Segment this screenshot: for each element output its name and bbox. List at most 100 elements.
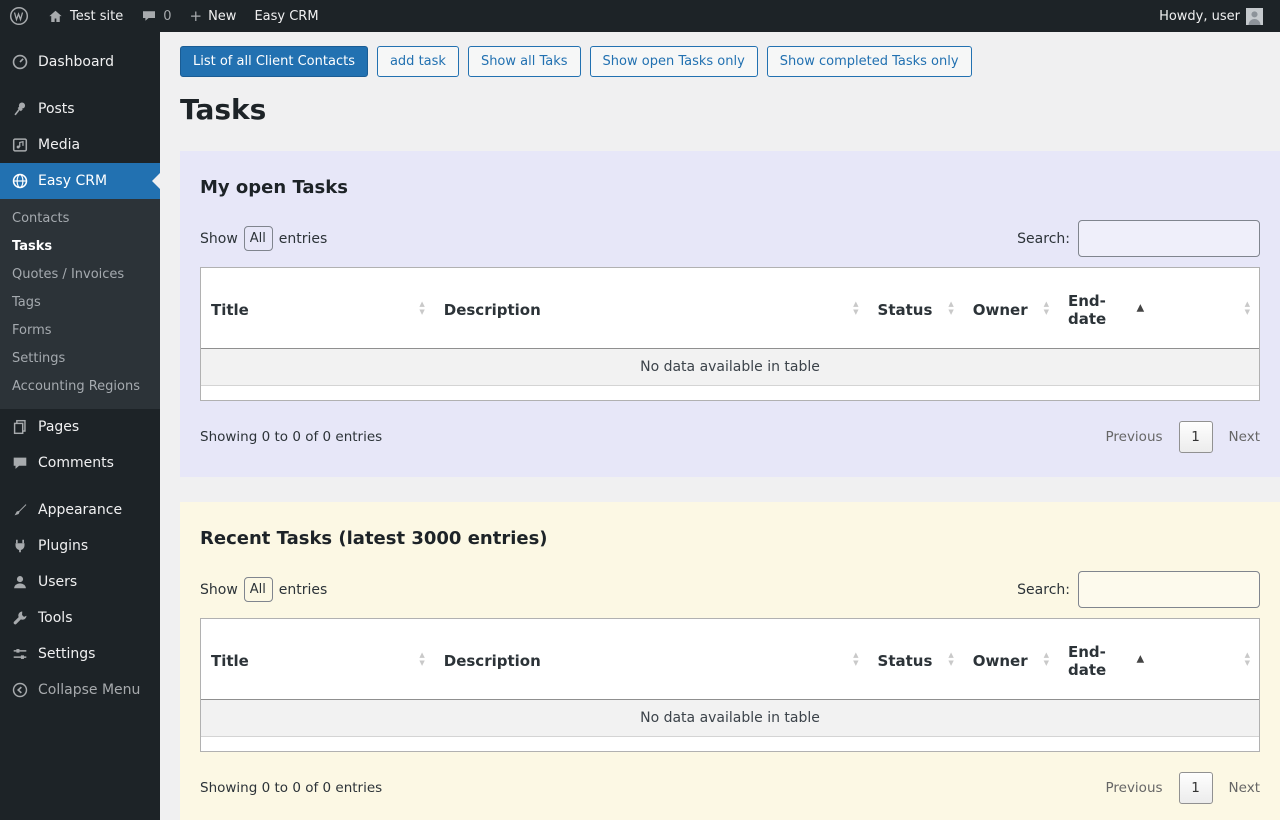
plus-icon: + [190,9,203,24]
sidebar-item-plugins[interactable]: Plugins [0,528,160,564]
media-icon [10,135,30,155]
entries-length-select[interactable]: All [244,577,273,602]
submenu-item-accounting-regions[interactable]: Accounting Regions [0,373,160,401]
easy-crm-adminbar-link[interactable]: Easy CRM [245,0,327,32]
datatable-controls: Show All entries Search: [200,571,1260,608]
sorted-ascending-icon: ▲ [1136,654,1144,665]
sidebar-item-comments[interactable]: Comments [0,445,160,481]
account-menu[interactable]: Howdy, user [1150,8,1272,25]
column-header-owner[interactable]: Owner ▲▼ [963,268,1058,349]
column-header-actions[interactable]: ▲▼ [1153,268,1259,349]
sidebar-item-label: Tools [38,609,73,627]
sidebar-item-users[interactable]: Users [0,564,160,600]
sidebar-item-label: Dashboard [38,53,114,71]
column-header-status[interactable]: Status ▲▼ [868,619,963,700]
show-all-tasks-button[interactable]: Show all Taks [468,46,581,77]
show-completed-tasks-button[interactable]: Show completed Tasks only [767,46,972,77]
sidebar-item-collapse-menu[interactable]: Collapse Menu [0,672,160,708]
datatable-controls: Show All entries Search: [200,220,1260,257]
admin-bar-left: Test site 0 + New Easy CRM [0,0,328,32]
submenu-item-tags[interactable]: Tags [0,289,160,317]
admin-bar-right: Howdy, user [1150,0,1280,32]
search-input[interactable] [1078,220,1260,257]
sidebar-item-label: Posts [38,100,75,118]
sidebar-item-label: Comments [38,454,114,472]
search-input[interactable] [1078,571,1260,608]
panel-title: My open Tasks [200,177,1260,198]
sidebar-item-label: Users [38,573,77,591]
list-client-contacts-button[interactable]: List of all Client Contacts [180,46,368,77]
menu-separator [0,80,160,91]
sidebar-item-easy-crm[interactable]: Easy CRM [0,163,160,199]
main-content: List of all Client Contacts add task Sho… [160,0,1280,820]
menu-separator [0,481,160,492]
wordpress-menu[interactable] [0,0,38,32]
sidebar-item-tools[interactable]: Tools [0,600,160,636]
previous-button[interactable]: Previous [1105,780,1162,796]
my-open-tasks-panel: My open Tasks Show All entries Search: [180,151,1280,477]
globe-icon [10,171,30,191]
plug-icon [10,536,30,556]
sort-icons: ▲▼ [853,300,858,316]
paintbrush-icon [10,500,30,520]
column-header-title[interactable]: Title ▲▼ [201,268,434,349]
collapse-arrow-icon [10,680,30,700]
column-header-end-date[interactable]: End-date ▲ [1058,268,1153,349]
sidebar-item-pages[interactable]: Pages [0,409,160,445]
site-name-link[interactable]: Test site [38,0,132,32]
sidebar-item-label: Appearance [38,501,122,519]
empty-table-row: No data available in table [201,700,1259,737]
next-button[interactable]: Next [1229,429,1260,445]
empty-table-message: No data available in table [201,349,1259,386]
search-label: Search: [1017,582,1070,598]
column-header-owner[interactable]: Owner ▲▼ [963,619,1058,700]
entries-label: entries [279,582,328,598]
entries-length-select[interactable]: All [244,226,273,251]
datatable-footer: Showing 0 to 0 of 0 entries Previous 1 N… [200,421,1260,453]
page-1-button[interactable]: 1 [1179,772,1213,804]
search-label: Search: [1017,231,1070,247]
panel-title: Recent Tasks (latest 3000 entries) [200,528,1260,549]
sort-icons: ▲▼ [1245,300,1250,316]
submenu-item-contacts[interactable]: Contacts [0,205,160,233]
sidebar-item-settings[interactable]: Settings [0,636,160,672]
submenu-item-quotes-invoices[interactable]: Quotes / Invoices [0,261,160,289]
search-control: Search: [1017,571,1260,608]
next-button[interactable]: Next [1229,780,1260,796]
sort-icons: ▲▼ [419,651,424,667]
submenu-item-tasks[interactable]: Tasks [0,233,160,261]
entries-label: entries [279,231,328,247]
sidebar-item-label: Easy CRM [38,172,107,190]
sidebar-item-label: Media [38,136,80,154]
previous-button[interactable]: Previous [1105,429,1162,445]
add-task-button[interactable]: add task [377,46,459,77]
sidebar-item-label: Settings [38,645,95,663]
column-header-actions[interactable]: ▲▼ [1153,619,1259,700]
sidebar-item-appearance[interactable]: Appearance [0,492,160,528]
column-header-description[interactable]: Description ▲▼ [434,268,868,349]
column-header-end-date[interactable]: End-date ▲ [1058,619,1153,700]
sort-icons: ▲▼ [948,651,953,667]
new-content-menu[interactable]: + New [181,0,246,32]
column-header-status[interactable]: Status ▲▼ [868,268,963,349]
datatable-footer: Showing 0 to 0 of 0 entries Previous 1 N… [200,772,1260,804]
page-1-button[interactable]: 1 [1179,421,1213,453]
sidebar-item-label: Pages [38,418,79,436]
sliders-icon [10,644,30,664]
show-open-tasks-button[interactable]: Show open Tasks only [590,46,758,77]
comments-link[interactable]: 0 [132,0,180,32]
sidebar-item-posts[interactable]: Posts [0,91,160,127]
empty-table-message: No data available in table [201,700,1259,737]
submenu-item-settings[interactable]: Settings [0,345,160,373]
sort-icons: ▲▼ [853,651,858,667]
column-header-description[interactable]: Description ▲▼ [434,619,868,700]
submenu-item-forms[interactable]: Forms [0,317,160,345]
show-label: Show [200,582,238,598]
column-header-title[interactable]: Title ▲▼ [201,619,434,700]
easy-crm-adminbar-label: Easy CRM [254,9,318,24]
sidebar-item-media[interactable]: Media [0,127,160,163]
sort-icons: ▲▼ [1044,300,1049,316]
comments-icon [10,453,30,473]
sidebar-item-label: Collapse Menu [38,681,140,699]
sidebar-item-dashboard[interactable]: Dashboard [0,44,160,80]
